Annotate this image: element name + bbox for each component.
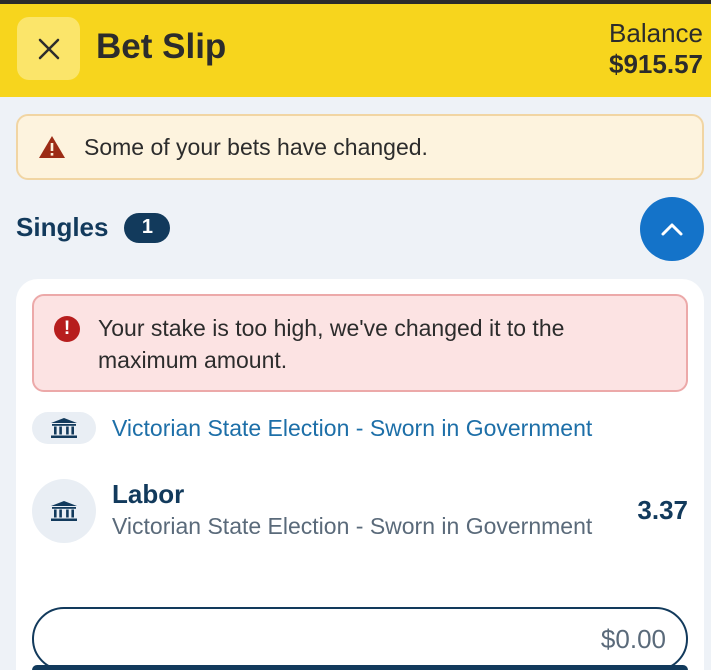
close-button[interactable] (17, 17, 80, 80)
balance-label: Balance (609, 18, 703, 48)
selection-icon-circle (32, 479, 96, 543)
error-message: Your stake is too high, we've changed it… (98, 315, 565, 373)
event-title-link[interactable]: Victorian State Election - Sworn in Gove… (112, 415, 592, 442)
page-title: Bet Slip (96, 27, 227, 66)
bet-card: ! Your stake is too high, we've changed … (16, 279, 704, 670)
collapse-singles-button[interactable] (640, 197, 704, 261)
singles-section-header: Singles 1 (16, 212, 171, 243)
singles-label: Singles (16, 212, 109, 242)
balance-display: Balance $915.57 (609, 18, 703, 80)
event-link-row[interactable]: Victorian State Election - Sworn in Gove… (32, 412, 592, 444)
warning-icon (39, 136, 65, 158)
government-building-icon (51, 418, 77, 438)
selection-name: Labor (112, 479, 185, 509)
singles-count-badge: 1 (124, 212, 171, 243)
stake-input[interactable]: $0.00 (32, 607, 688, 670)
balance-amount: $915.57 (609, 49, 703, 79)
selection-market: Victorian State Election - Sworn in Gove… (112, 513, 593, 539)
stake-error-alert: ! Your stake is too high, we've changed … (32, 294, 688, 392)
place-bet-bar[interactable] (32, 665, 688, 670)
chevron-up-icon (661, 223, 683, 236)
error-icon: ! (54, 316, 80, 342)
event-icon-pill (32, 412, 96, 444)
bets-changed-alert: Some of your bets have changed. (16, 114, 704, 180)
header-bar: Bet Slip Balance $915.57 (0, 4, 711, 97)
alert-message: Some of your bets have changed. (84, 133, 428, 160)
selection-odds: 3.37 (637, 495, 688, 525)
close-icon (38, 38, 59, 59)
government-building-icon (51, 501, 77, 521)
